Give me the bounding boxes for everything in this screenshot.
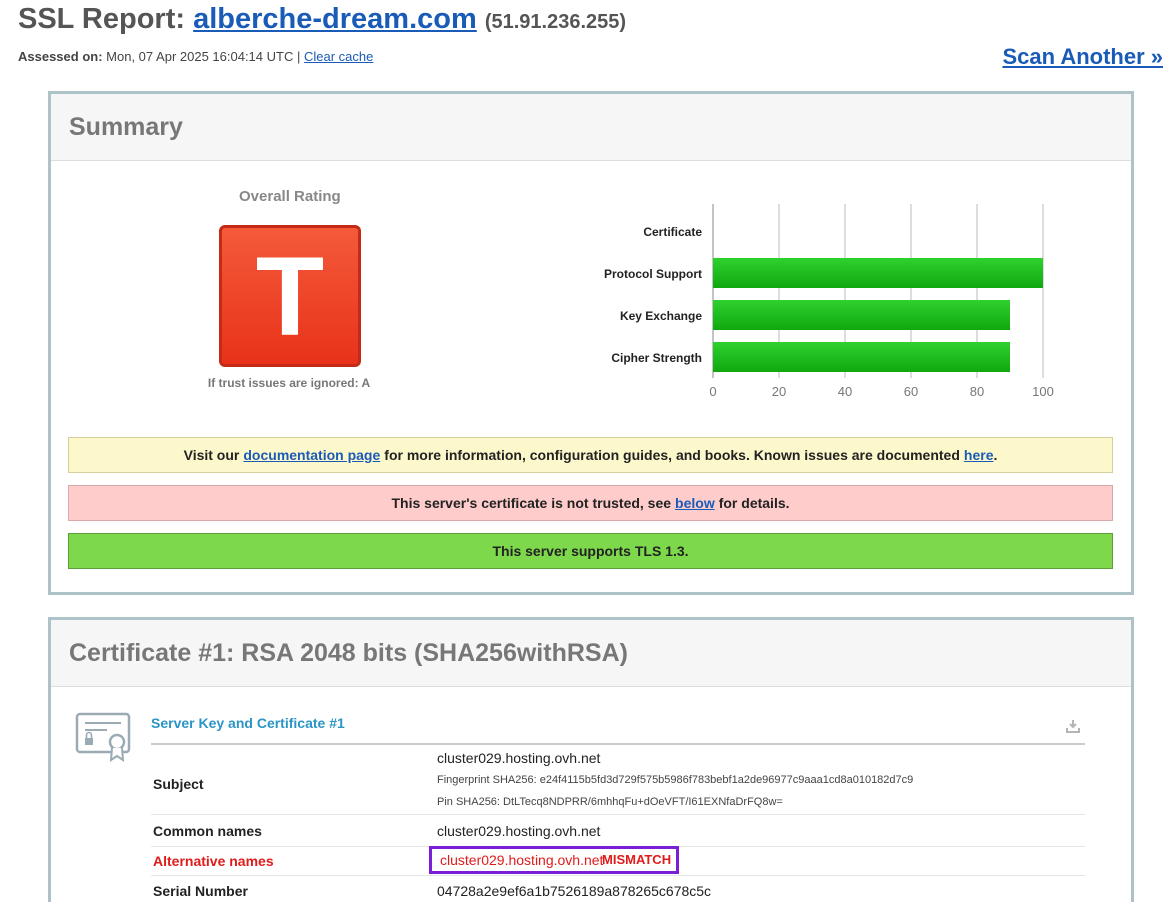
- common-names-value: cluster029.hosting.ovh.net: [437, 823, 601, 839]
- alternative-names-label: Alternative names: [153, 853, 274, 869]
- untrusted-post: for details.: [718, 495, 790, 511]
- category-label-0: Certificate: [643, 225, 702, 239]
- certificate-title: Certificate #1: RSA 2048 bits (SHA256wit…: [51, 620, 1131, 687]
- subject-fingerprint: Fingerprint SHA256: e24f4115b5fd3d729f57…: [437, 774, 914, 786]
- certificate-icon: [75, 712, 135, 769]
- subject-label: Subject: [153, 776, 204, 792]
- documentation-page-link[interactable]: documentation page: [243, 447, 380, 463]
- subject-pin: Pin SHA256: DtLTecq8NDPRR/6mhhqFu+dOeVFT…: [437, 796, 783, 808]
- tls13-text: This server supports TLS 1.3.: [492, 543, 689, 559]
- tick-label-60: 60: [904, 384, 918, 399]
- serial-number-row: Serial Number 04728a2e9ef6a1b7526189a878…: [151, 876, 1085, 902]
- category-label-3: Cipher Strength: [611, 351, 702, 365]
- subject-value: cluster029.hosting.ovh.net: [437, 750, 601, 766]
- mismatch-highlight: cluster029.hosting.ovh.net MISMATCH: [429, 846, 679, 874]
- untrusted-notice: This server's certificate is not trusted…: [68, 485, 1113, 521]
- report-title: SSL Report: alberche-dream.com (51.91.23…: [18, 3, 626, 36]
- certificate-panel: Certificate #1: RSA 2048 bits (SHA256wit…: [48, 617, 1134, 902]
- doc-notice-pre: Visit our: [183, 447, 240, 463]
- common-names-label: Common names: [153, 823, 262, 839]
- domain-link[interactable]: alberche-dream.com: [193, 3, 477, 35]
- documentation-notice: Visit our documentation page for more in…: [68, 437, 1113, 473]
- doc-notice-mid: for more information, configuration guid…: [384, 447, 960, 463]
- tick-label-100: 100: [1032, 384, 1054, 399]
- server-key-section-title: Server Key and Certificate #1: [151, 715, 1085, 745]
- tick-label-20: 20: [772, 384, 786, 399]
- category-label-2: Key Exchange: [620, 309, 702, 323]
- mismatch-flag: MISMATCH: [602, 852, 672, 867]
- tick-label-40: 40: [838, 384, 852, 399]
- assessed-value: Mon, 07 Apr 2025 16:04:14 UTC |: [106, 49, 301, 64]
- download-icon[interactable]: [1066, 719, 1080, 738]
- rating-chart-svg: 0 20 40 60 80 100 Certificate Protocol Support K…: [604, 204, 1054, 399]
- summary-title: Summary: [51, 94, 1131, 161]
- overall-rating-label: Overall Rating: [239, 188, 341, 205]
- alternative-names-row: Alternative names cluster029.hosting.ovh…: [151, 846, 1085, 876]
- tick-label-80: 80: [970, 384, 984, 399]
- serial-number-value: 04728a2e9ef6a1b7526189a878265c678c5c: [437, 883, 712, 899]
- clear-cache-link[interactable]: Clear cache: [304, 49, 373, 64]
- assessed-on: Assessed on: Mon, 07 Apr 2025 16:04:14 U…: [18, 49, 373, 64]
- scan-another-link[interactable]: Scan Another »: [1002, 44, 1163, 70]
- subject-row: Subject cluster029.hosting.ovh.net Finge…: [151, 746, 1085, 815]
- bar-1: [713, 258, 1043, 288]
- known-issues-link[interactable]: here: [964, 447, 994, 463]
- rating-chart: 0 20 40 60 80 100 Certificate Protocol Support K…: [531, 204, 1054, 404]
- tick-label-0: 0: [709, 384, 716, 399]
- doc-notice-post: .: [993, 447, 998, 463]
- untrusted-pre: This server's certificate is not trusted…: [391, 495, 672, 511]
- serial-number-label: Serial Number: [153, 883, 248, 899]
- bar-3: [713, 342, 1010, 372]
- bar-2: [713, 300, 1010, 330]
- ignored-note: If trust issues are ignored: A: [207, 376, 371, 390]
- title-prefix: SSL Report:: [18, 3, 186, 35]
- assessed-label: Assessed on:: [18, 49, 103, 64]
- ssl-report-page: SSL Report: alberche-dream.com (51.91.23…: [0, 0, 1175, 902]
- tls13-notice: This server supports TLS 1.3.: [68, 533, 1113, 569]
- summary-panel: Summary Overall Rating T If trust issues…: [48, 91, 1134, 595]
- below-link[interactable]: below: [675, 495, 715, 511]
- grade-badge: T: [219, 225, 361, 367]
- category-label-1: Protocol Support: [604, 267, 702, 281]
- ip-address: (51.91.236.255): [484, 11, 627, 33]
- alternative-names-value: cluster029.hosting.ovh.net: [440, 852, 604, 868]
- common-names-row: Common names cluster029.hosting.ovh.net: [151, 816, 1085, 847]
